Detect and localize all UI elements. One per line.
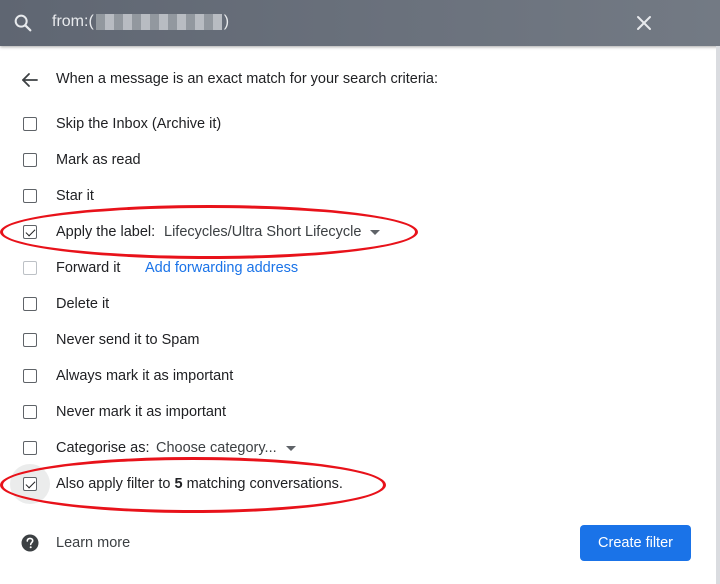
option-apply-to-matching[interactable]: Also apply filter to 5 matching conversa…: [0, 464, 700, 504]
checkbox-mark-as-read[interactable]: [23, 153, 37, 167]
option-mark-as-read[interactable]: Mark as read: [0, 142, 700, 178]
create-filter-button[interactable]: Create filter: [580, 525, 691, 561]
option-label: Apply the label:: [56, 224, 156, 240]
apply-filter-prefix: Also apply filter to: [56, 476, 175, 492]
checkbox-skip-inbox[interactable]: [23, 117, 37, 131]
checkbox-forward-it[interactable]: [23, 261, 37, 275]
option-label: Categorise as:: [56, 440, 150, 456]
option-label: Skip the Inbox (Archive it): [56, 116, 222, 132]
option-never-important[interactable]: Never mark it as important: [0, 394, 700, 430]
option-forward-it[interactable]: Forward it Add forwarding address: [0, 250, 700, 286]
option-categorise[interactable]: Categorise as: Choose category...: [0, 430, 700, 466]
arrow-back-icon[interactable]: [20, 71, 40, 89]
apply-filter-suffix: matching conversations.: [182, 476, 343, 492]
learn-more-link[interactable]: Learn more: [56, 535, 130, 551]
option-label: Never mark it as important: [56, 404, 227, 420]
option-label: Also apply filter to 5 matching conversa…: [56, 476, 343, 492]
search-prefix: from:(: [52, 13, 94, 30]
matching-count: 5: [174, 476, 183, 492]
option-label: Star it: [56, 188, 94, 204]
close-icon[interactable]: [634, 13, 654, 33]
option-star-it[interactable]: Star it: [0, 178, 700, 214]
option-delete-it[interactable]: Delete it: [0, 286, 700, 322]
search-icon[interactable]: [12, 12, 34, 34]
search-suffix: ): [223, 13, 230, 30]
checkbox-apply-label[interactable]: [23, 225, 37, 239]
category-select[interactable]: Choose category...: [156, 440, 296, 456]
header-text: When a message is an exact match for you…: [56, 71, 438, 87]
add-forwarding-address-link[interactable]: Add forwarding address: [145, 260, 298, 276]
option-label: Never send it to Spam: [56, 332, 200, 348]
dropdown-arrow-icon: [285, 445, 296, 451]
dropdown-arrow-icon: [370, 229, 381, 235]
checkbox-always-important[interactable]: [23, 369, 37, 383]
option-label: Delete it: [56, 296, 110, 312]
search-query[interactable]: from:( ): [52, 13, 229, 31]
category-select-value: Choose category...: [156, 440, 277, 456]
option-label: Forward it: [56, 260, 121, 276]
option-label: Mark as read: [56, 152, 141, 168]
filter-footer: Learn more Create filter: [0, 524, 720, 564]
checkbox-never-spam[interactable]: [23, 333, 37, 347]
checkbox-never-important[interactable]: [23, 405, 37, 419]
filter-criteria-header: When a message is an exact match for you…: [0, 64, 700, 96]
search-bar: from:( ): [0, 0, 720, 46]
label-select[interactable]: Lifecycles/Ultra Short Lifecycle: [164, 224, 381, 240]
option-apply-label[interactable]: Apply the label: Lifecycles/Ultra Short …: [0, 214, 700, 250]
checkbox-delete-it[interactable]: [23, 297, 37, 311]
option-label: Always mark it as important: [56, 368, 234, 384]
checkbox-star-it[interactable]: [23, 189, 37, 203]
option-skip-inbox[interactable]: Skip the Inbox (Archive it): [0, 106, 700, 142]
checkbox-categorise[interactable]: [23, 441, 37, 455]
help-icon[interactable]: [21, 534, 39, 552]
option-never-spam[interactable]: Never send it to Spam: [0, 322, 700, 358]
scrollbar-edge: [716, 46, 720, 584]
option-always-important[interactable]: Always mark it as important: [0, 358, 700, 394]
checkbox-apply-to-matching[interactable]: [23, 477, 37, 491]
label-select-value: Lifecycles/Ultra Short Lifecycle: [164, 224, 362, 240]
redacted-email: [95, 14, 222, 30]
